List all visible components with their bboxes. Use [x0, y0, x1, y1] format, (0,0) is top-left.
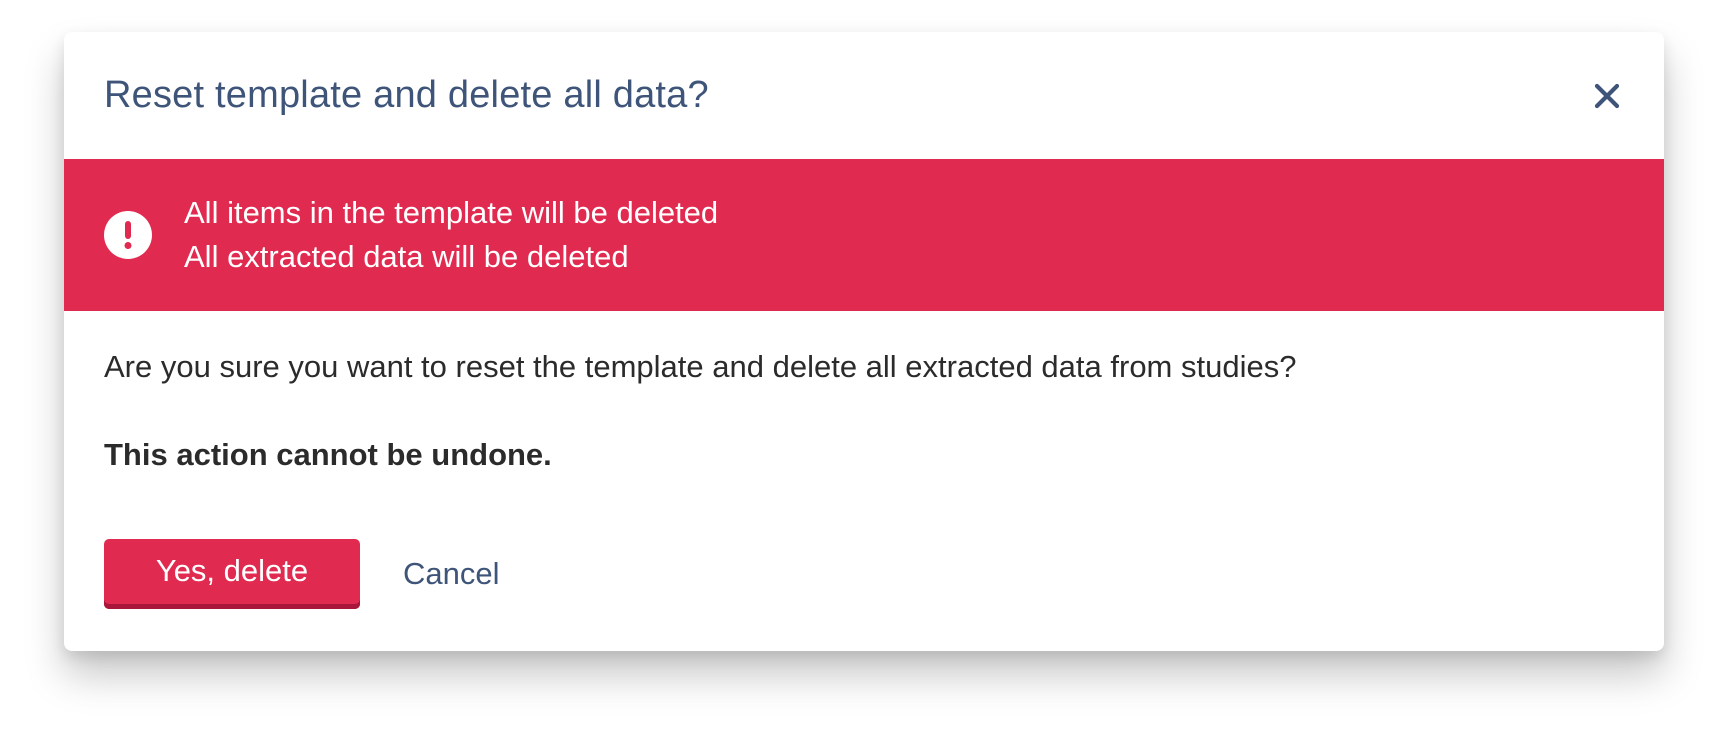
confirmation-question: Are you sure you want to reset the templ… — [104, 349, 1297, 384]
dialog-body: Are you sure you want to reset the templ… — [64, 311, 1664, 609]
banner-message: All items in the template will be delete… — [184, 195, 719, 230]
cancel-button[interactable]: Cancel — [403, 556, 500, 592]
banner-message: All extracted data will be deleted — [184, 239, 629, 274]
confirm-delete-button[interactable]: Yes, delete — [104, 539, 360, 609]
banner-messages: All items in the template will be delete… — [184, 191, 718, 279]
reset-template-dialog: Reset template and delete all data? All … — [64, 32, 1664, 651]
dialog-title: Reset template and delete all data? — [104, 74, 709, 116]
close-button[interactable] — [1590, 79, 1624, 113]
dialog-header: Reset template and delete all data? — [64, 32, 1664, 159]
danger-banner: All items in the template will be delete… — [64, 159, 1664, 311]
exclamation-circle-icon — [104, 211, 152, 259]
irreversible-warning: This action cannot be undone. — [104, 437, 552, 472]
dialog-actions: Yes, delete Cancel — [104, 539, 1624, 609]
close-icon — [1594, 83, 1620, 108]
